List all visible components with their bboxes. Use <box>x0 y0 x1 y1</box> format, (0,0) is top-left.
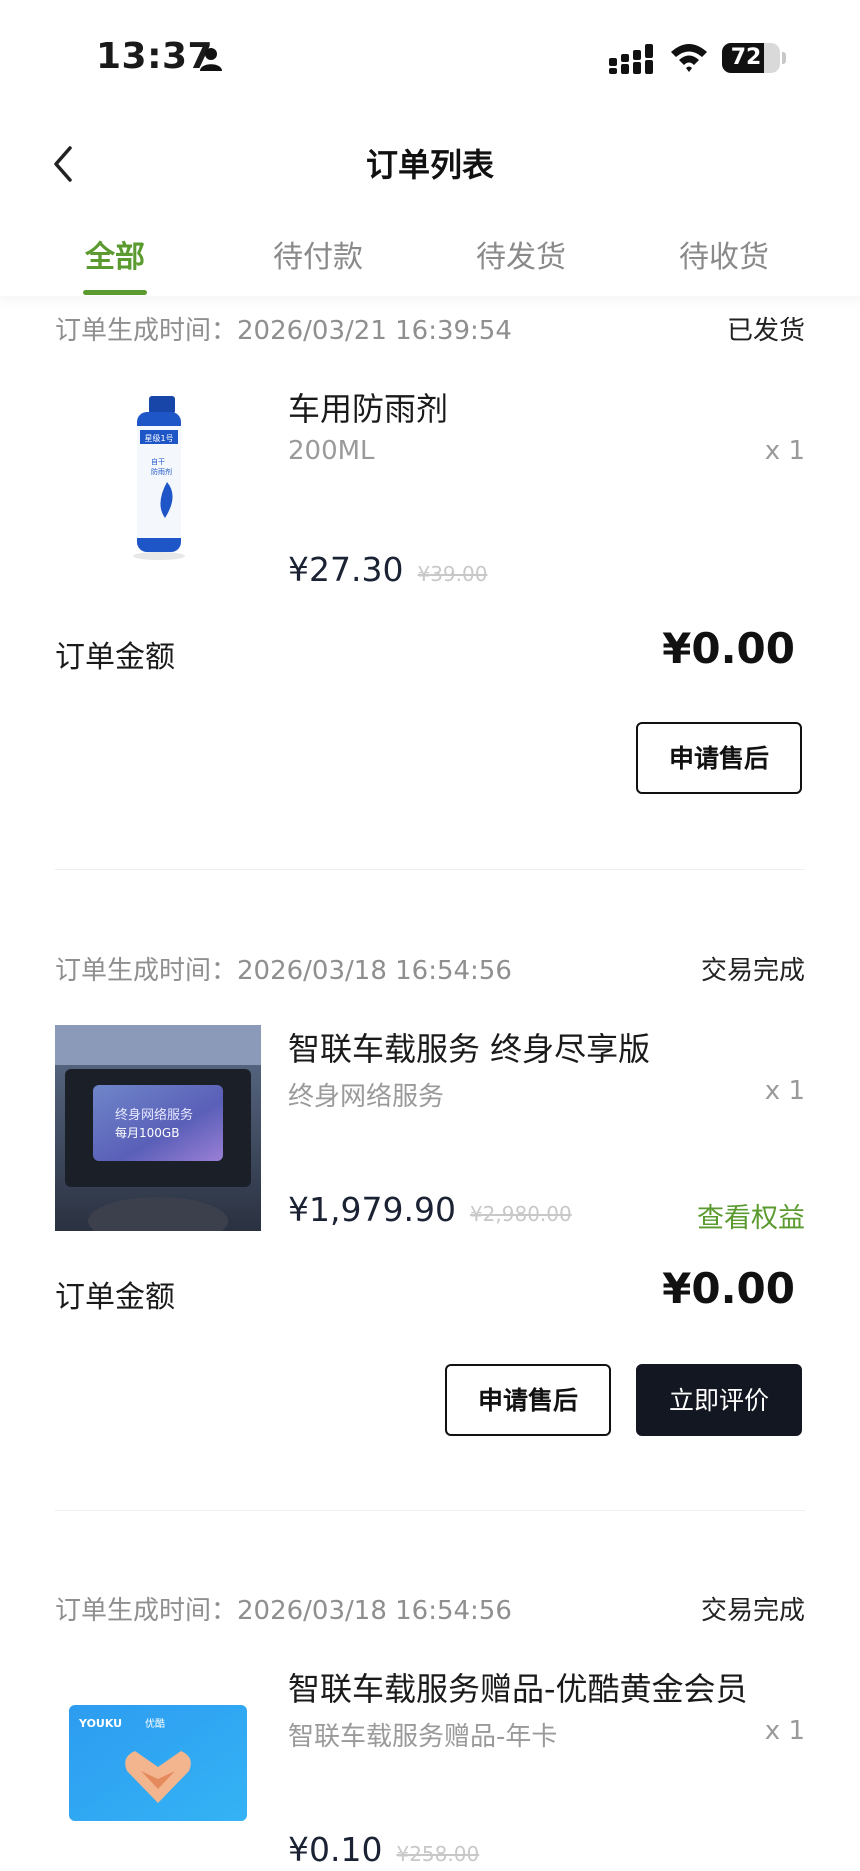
status-time: 13:37 <box>96 36 214 77</box>
order-card: 订单生成时间：2026/03/18 16:54:56 交易完成 终身网络服务 每… <box>55 950 805 1450</box>
screen-text-line1: 终身网络服务 <box>115 1107 193 1123</box>
product-price: ¥27.30 ¥39.00 <box>288 550 487 589</box>
current-price: ¥0.10 <box>288 1830 383 1869</box>
current-price: ¥1,979.90 <box>288 1190 456 1229</box>
active-tab-indicator <box>83 290 147 295</box>
cellular-signal-icon <box>609 44 653 74</box>
youku-logo-cn: 优酷 <box>145 1717 165 1730</box>
original-price: ¥258.00 <box>396 1842 480 1866</box>
order-divider <box>55 869 805 870</box>
product-price: ¥0.10 ¥258.00 <box>288 1830 479 1869</box>
product-spec: 200ML <box>288 436 375 466</box>
product-quantity: x 1 <box>764 1716 805 1746</box>
write-review-button[interactable]: 立即评价 <box>636 1364 802 1436</box>
product-price: ¥1,979.90 ¥2,980.00 <box>288 1190 572 1229</box>
tab-pending-receipt[interactable]: 待收货 <box>649 232 799 276</box>
order-status: 交易完成 <box>700 956 805 986</box>
order-card: 订单生成时间：2026/03/18 16:54:56 交易完成 YOUKU 优酷… <box>55 1590 805 1871</box>
product-image-youku-vip[interactable]: YOUKU 优酷 <box>55 1665 261 1871</box>
order-amount-label: 订单金额 <box>55 640 175 675</box>
order-amount-value: ¥0.00 <box>662 1264 795 1313</box>
screen-text-line2: 每月100GB <box>115 1125 179 1140</box>
product-name[interactable]: 智联车载服务赠品-优酷黄金会员 <box>288 1664 748 1710</box>
status-bar: 13:37 72 <box>0 0 860 116</box>
order-card: 订单生成时间：2026/03/21 16:39:54 已发货 星级1号 自干 防… <box>55 310 805 810</box>
bottle-label-line1: 自干 <box>151 457 165 466</box>
product-image-rain-repellent[interactable]: 星级1号 自干 防雨剂 <box>55 386 261 592</box>
bottle-label-line2: 防雨剂 <box>151 467 172 476</box>
battery-percent: 72 <box>730 45 762 70</box>
order-time: 订单生成时间：2026/03/18 16:54:56 <box>55 1596 512 1626</box>
product-spec: 终身网络服务 <box>288 1082 445 1112</box>
page-title: 订单列表 <box>365 146 494 184</box>
bottle-label-brand: 星级1号 <box>144 433 173 443</box>
order-divider <box>55 1510 805 1511</box>
youku-logo-text: YOUKU <box>78 1717 122 1730</box>
order-status: 交易完成 <box>700 1596 805 1626</box>
current-price: ¥27.30 <box>288 550 404 589</box>
view-benefits-link[interactable]: 查看权益 <box>697 1196 805 1235</box>
product-quantity: x 1 <box>764 1076 805 1106</box>
wifi-icon <box>671 44 707 72</box>
tab-all[interactable]: 全部 <box>40 232 190 276</box>
order-time: 订单生成时间：2026/03/21 16:39:54 <box>55 316 512 346</box>
apply-after-sales-button[interactable]: 申请售后 <box>636 722 802 794</box>
product-image-connected-service[interactable]: 终身网络服务 每月100GB <box>55 1025 261 1231</box>
battery-cap <box>782 52 786 64</box>
battery-indicator: 72 <box>722 43 780 73</box>
product-name[interactable]: 车用防雨剂 <box>288 384 448 430</box>
product-name[interactable]: 智联车载服务 终身尽享版 <box>288 1024 650 1070</box>
order-tabs: 全部 待付款 待发货 待收货 <box>0 222 860 296</box>
tab-pending-shipment[interactable]: 待发货 <box>446 232 596 276</box>
product-quantity: x 1 <box>764 436 805 466</box>
order-amount-label: 订单金额 <box>55 1280 175 1315</box>
order-time: 订单生成时间：2026/03/18 16:54:56 <box>55 956 512 986</box>
order-status: 已发货 <box>726 316 805 346</box>
original-price: ¥39.00 <box>417 562 488 586</box>
order-amount-value: ¥0.00 <box>662 624 795 673</box>
person-icon <box>200 48 222 71</box>
original-price: ¥2,980.00 <box>469 1202 572 1226</box>
apply-after-sales-button[interactable]: 申请售后 <box>445 1364 611 1436</box>
product-spec: 智联车载服务赠品-年卡 <box>288 1722 558 1752</box>
tab-pending-payment[interactable]: 待付款 <box>243 232 393 276</box>
